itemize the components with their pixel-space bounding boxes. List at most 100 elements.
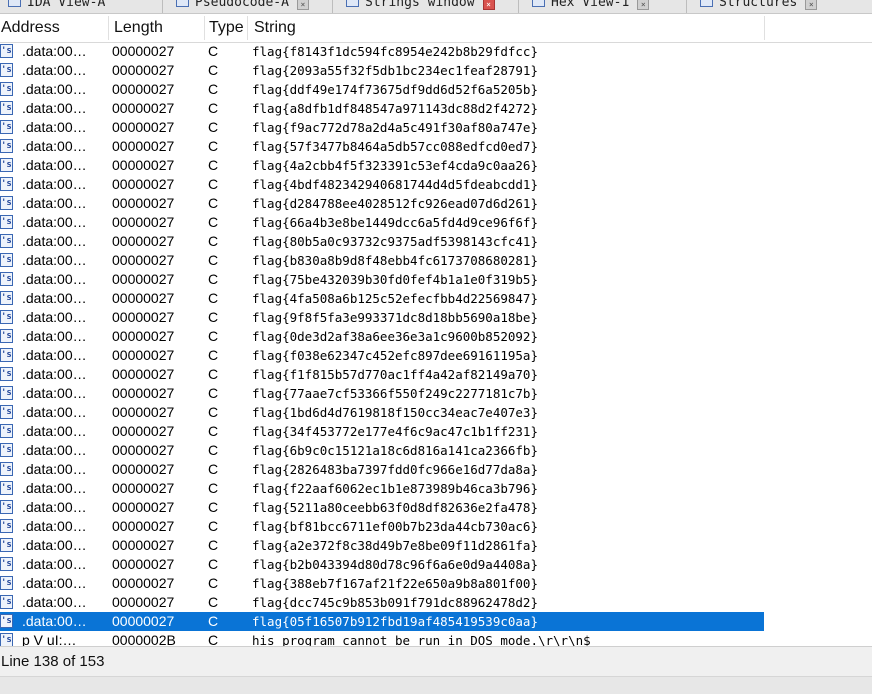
table-row[interactable]: 's' .data:00… 00000027 Cflag{34f453772e177e… <box>0 422 764 441</box>
close-icon[interactable]: × <box>805 0 818 10</box>
string-cell: flag{4a2cbb4f5f323391c53ef4cda9c0aa26} <box>252 158 538 173</box>
column-header-address[interactable]: Address <box>0 14 60 42</box>
length-cell: 00000027 <box>112 461 175 477</box>
tab-label: Hex View-1 <box>551 0 630 10</box>
table-row[interactable]: 's' .data:00… 00000027 Cflag{6b9c0c15121a18… <box>0 441 764 460</box>
address-cell: .data:00… <box>22 233 87 249</box>
address-cell: .data:00… <box>22 328 87 344</box>
table-row[interactable]: 's' .data:00… 00000027 Cflag{f8143f1dc594fc… <box>0 42 764 61</box>
table-row[interactable]: 's' .data:00… 00000027 Cflag{f9ac772d78a2d4… <box>0 118 764 137</box>
type-cell: C <box>208 271 219 287</box>
column-divider[interactable] <box>764 16 765 40</box>
tab-strings-window[interactable]: Strings window × <box>346 0 495 12</box>
table-row[interactable]: 's' .data:00… 00000027 Cflag{f1f815b57d770a… <box>0 365 764 384</box>
string-icon: 's' <box>0 215 13 229</box>
column-header: Address Length Type String <box>0 14 872 43</box>
type-cell: C <box>208 62 219 78</box>
address-cell: .data:00… <box>22 423 87 439</box>
table-row[interactable]: 's' .data:00… 00000027 Cflag{66a4b3e8be1449… <box>0 213 764 232</box>
table-row[interactable]: 's' .data:00… 00000027 Cflag{57f3477b8464a5… <box>0 137 764 156</box>
length-cell: 00000027 <box>112 214 175 230</box>
table-row[interactable]: 's' .data:00… 00000027 Cflag{2826483ba7397f… <box>0 460 764 479</box>
length-cell: 00000027 <box>112 423 175 439</box>
length-cell: 00000027 <box>112 309 175 325</box>
table-row[interactable]: 's' .data:00… 00000027 Cflag{bf81bcc6711ef0… <box>0 517 764 536</box>
type-cell: C <box>208 537 219 553</box>
tab-ida-view[interactable]: IDA View-A <box>8 0 105 12</box>
table-row[interactable]: 's' .data:00… 00000027 Cflag{1bd6d4d7619818… <box>0 403 764 422</box>
table-row[interactable]: 's' .data:00… 00000027 Cflag{a2e372f8c38d49… <box>0 536 764 555</box>
column-header-type[interactable]: Type <box>208 14 244 42</box>
close-icon[interactable]: × <box>637 0 650 10</box>
table-row[interactable]: 's' .data:00… 00000027 Cflag{388eb7f167af21… <box>0 574 764 593</box>
tab-label: IDA View-A <box>27 0 106 10</box>
string-cell: flag{a2e372f8c38d49b7e8be09f11d2861fa} <box>252 538 538 553</box>
table-row[interactable]: 's' .data:00… 00000027 Cflag{b2b043394d80d7… <box>0 555 764 574</box>
address-cell: .data:00… <box>22 461 87 477</box>
column-header-string[interactable]: String <box>253 14 296 42</box>
table-row[interactable]: 's' .data:00… 00000027 Cflag{ddf49e174f7367… <box>0 80 764 99</box>
type-cell: C <box>208 119 219 135</box>
table-row[interactable]: 's' .data:00… 00000027 Cflag{4fa508a6b125c5… <box>0 289 764 308</box>
table-row[interactable]: 's' .data:00… 00000027 Cflag{f038e62347c452… <box>0 346 764 365</box>
length-cell: 00000027 <box>112 43 175 59</box>
column-header-length[interactable]: Length <box>113 14 163 42</box>
length-cell: 00000027 <box>112 328 175 344</box>
table-row[interactable]: 's' .data:00… 00000027 Cflag{77aae7cf53366f… <box>0 384 764 403</box>
type-cell: C <box>208 195 219 211</box>
tab-structures[interactable]: Structures × <box>700 0 818 12</box>
column-divider[interactable] <box>247 16 248 40</box>
length-cell: 00000027 <box>112 442 175 458</box>
table-row[interactable]: 's' .data:00… 00000027 Cflag{9f8f5fa3e99337… <box>0 308 764 327</box>
string-icon: 's' <box>0 44 13 58</box>
length-cell: 00000027 <box>112 385 175 401</box>
table-row[interactable]: 's' .data:00… 00000027 Cflag{2093a55f32f5db… <box>0 61 764 80</box>
table-row[interactable]: 's' .data:00… 00000027 Cflag{b830a8b9d8f48e… <box>0 251 764 270</box>
string-icon: 's' <box>0 329 13 343</box>
table-row[interactable]: 's' .data:00… 00000027 Cflag{f22aaf6062ec1b… <box>0 479 764 498</box>
column-divider[interactable] <box>204 16 205 40</box>
table-row[interactable]: 's' .data:00… 00000027 Cflag{80b5a0c93732c9… <box>0 232 764 251</box>
address-cell: .data:00… <box>22 176 87 192</box>
ida-view-icon <box>8 0 21 7</box>
tab-pseudocode[interactable]: Pseudocode-A × <box>176 0 309 12</box>
string-cell: flag{2826483ba7397fdd0fc966e16d77da8a} <box>252 462 538 477</box>
address-cell: .data:00… <box>22 442 87 458</box>
string-icon: 's' <box>0 253 13 267</box>
address-cell: .data:00… <box>22 480 87 496</box>
string-icon: 's' <box>0 519 13 533</box>
string-icon: 's' <box>0 120 13 134</box>
string-cell: flag{388eb7f167af21f22e650a9b8a801f00} <box>252 576 538 591</box>
close-icon[interactable]: × <box>296 0 309 10</box>
string-cell: flag{0de3d2af38a6ee36e3a1c9600b852092} <box>252 329 538 344</box>
type-cell: C <box>208 575 219 591</box>
table-row[interactable]: 's' p V uI:… 0000002B Chis program cannot b… <box>0 631 764 646</box>
table-row[interactable]: 's' .data:00… 00000027 Cflag{a8dfb1df848547… <box>0 99 764 118</box>
length-cell: 00000027 <box>112 480 175 496</box>
length-cell: 00000027 <box>112 537 175 553</box>
string-cell: flag{a8dfb1df848547a971143dc88d2f4272} <box>252 101 538 116</box>
tab-hex-view[interactable]: Hex View-1 × <box>532 0 650 12</box>
table-row[interactable]: 's' .data:00… 00000027 Cflag{75be432039b30f… <box>0 270 764 289</box>
table-row[interactable]: 's' .data:00… 00000027 Cflag{5211a80ceebb63… <box>0 498 764 517</box>
string-cell: flag{b830a8b9d8f48ebb4fc6173708680281} <box>252 253 538 268</box>
address-cell: .data:00… <box>22 499 87 515</box>
string-icon: 's' <box>0 367 13 381</box>
table-row-selected[interactable]: 's' .data:00… 00000027 Cflag{05f16507b912fb… <box>0 612 764 631</box>
string-icon: 's' <box>0 633 13 646</box>
string-cell: flag{d284788ee4028512fc926ead07d6d261} <box>252 196 538 211</box>
table-row[interactable]: 's' .data:00… 00000027 Cflag{dcc745c9b853b0… <box>0 593 764 612</box>
length-cell: 00000027 <box>112 366 175 382</box>
address-cell: .data:00… <box>22 575 87 591</box>
table-row[interactable]: 's' .data:00… 00000027 Cflag{4bdf4823429406… <box>0 175 764 194</box>
length-cell: 00000027 <box>112 613 175 629</box>
column-divider[interactable] <box>108 16 109 40</box>
length-cell: 00000027 <box>112 556 175 572</box>
table-row[interactable]: 's' .data:00… 00000027 Cflag{0de3d2af38a6ee… <box>0 327 764 346</box>
string-icon: 's' <box>0 101 13 115</box>
tab-strip: IDA View-A Pseudocode-A × Strings window ×… <box>0 0 872 14</box>
table-row[interactable]: 's' .data:00… 00000027 Cflag{d284788ee40285… <box>0 194 764 213</box>
table-row[interactable]: 's' .data:00… 00000027 Cflag{4a2cbb4f5f3233… <box>0 156 764 175</box>
string-icon: 's' <box>0 291 13 305</box>
close-icon[interactable]: × <box>482 0 495 10</box>
